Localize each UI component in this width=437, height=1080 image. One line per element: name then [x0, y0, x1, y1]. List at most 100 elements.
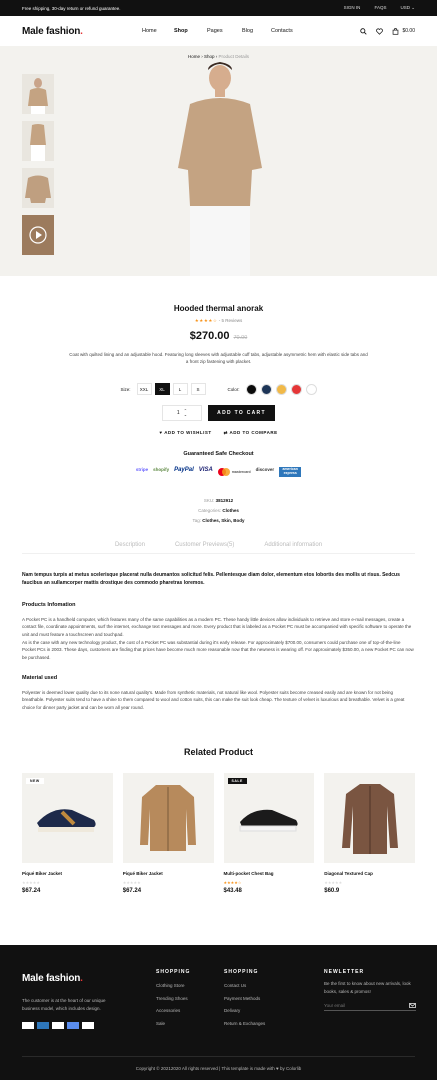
signin-link[interactable]: SIGN IN: [344, 5, 361, 11]
footer-link[interactable]: Return & Exchanges: [224, 1018, 265, 1031]
tab-description[interactable]: Description: [115, 542, 145, 548]
bag-icon: [393, 27, 399, 35]
description-lead: Nam tempus turpis at metus scelerisque p…: [22, 571, 400, 587]
product-name[interactable]: Piqué Biker Jacket: [22, 871, 113, 876]
tab-additional-information[interactable]: Additional information: [264, 542, 322, 548]
thumbnail-1[interactable]: [22, 74, 54, 114]
color-swatch-white[interactable]: [305, 383, 317, 395]
color-swatch-yellow[interactable]: [275, 383, 287, 395]
footer-heading: NEWLETTER: [324, 969, 365, 975]
size-label: Size:: [120, 386, 131, 392]
checkout-title: Guaranteed Safe Checkout: [183, 451, 254, 458]
search-icon[interactable]: [360, 27, 368, 35]
nav-blog[interactable]: Blog: [242, 28, 271, 34]
product-price: $270.00 70.00: [189, 330, 248, 342]
size-l[interactable]: L: [172, 383, 188, 396]
footer-link[interactable]: Delivary: [224, 1005, 265, 1018]
product-price: $43.48: [223, 887, 242, 894]
color-label: Color:: [227, 386, 240, 392]
amex-logo: american express: [279, 467, 302, 478]
product-card[interactable]: Piqué Biker Jacket ★★★★★ $67.24: [122, 772, 214, 894]
logo[interactable]: Male fashion.: [22, 26, 83, 37]
section-heading: Products Infomation: [22, 602, 76, 609]
size-xl[interactable]: XL: [154, 383, 170, 396]
currency-select[interactable]: USD ⌄: [400, 5, 415, 11]
stepper-arrows-icon[interactable]: ⌃ ⌄: [184, 409, 187, 417]
badge-sale: SALE: [227, 777, 247, 784]
mastercard-logo: mastercard: [217, 467, 251, 477]
product-image[interactable]: NEW: [22, 772, 113, 863]
product-image[interactable]: [122, 772, 214, 863]
heart-icon[interactable]: [376, 28, 384, 35]
payment-cards-icon: [22, 1022, 122, 1030]
product-card[interactable]: Diagonal Textured Cap ★★★★★ $60.9: [324, 772, 415, 894]
cart-button[interactable]: $0.00: [392, 27, 415, 35]
product-price: $67.24: [22, 887, 41, 894]
size-xxl[interactable]: XXL: [136, 383, 152, 396]
size-s[interactable]: S: [190, 383, 206, 396]
paragraph: A Pocket PC is a handheld computer, whic…: [22, 616, 412, 637]
copyright: Copyright © 20212020 All rights reserved…: [22, 1056, 415, 1080]
product-name[interactable]: Multi-pocket Chest Bag: [224, 871, 315, 876]
description-content: Nam tempus turpis at metus scelerisque p…: [0, 571, 437, 712]
product-stars: ★★★★★: [22, 879, 40, 885]
compare-icon: ⇄: [223, 430, 228, 436]
product-card[interactable]: SALE Multi-pocket Chest Bag ★★★★☆ $43.48: [223, 772, 315, 894]
top-bar: Free shipping, 30-day return or refund g…: [0, 0, 437, 16]
product-title: Hooded thermal anorak: [173, 304, 264, 313]
nav-home[interactable]: Home: [142, 28, 174, 34]
paragraph: Polyester is deemed lower quality due to…: [22, 689, 405, 711]
color-selector: Color:: [227, 383, 317, 395]
product-card[interactable]: NEW Piqué Biker Jacket ★★★★★ $67.24: [22, 772, 113, 894]
add-to-cart-button[interactable]: ADD TO CART: [208, 405, 275, 422]
discover-logo: discover: [255, 467, 275, 473]
footer-logo[interactable]: Male fashion.: [22, 970, 122, 988]
footer-link[interactable]: Accessories: [156, 1005, 190, 1018]
footer-link[interactable]: Sale: [156, 1018, 190, 1031]
reviews-count[interactable]: - 5 Reviews: [219, 318, 243, 323]
newsletter-text: Be the first to know about new arrivals,…: [324, 981, 411, 994]
envelope-icon[interactable]: [409, 1003, 416, 1009]
add-to-compare-link[interactable]: ⇄ ADD TO COMPARE: [224, 430, 278, 436]
tab-customer-previews[interactable]: Customer Previews(5): [175, 542, 234, 548]
header: Male fashion. Home Shop Pages Blog Conta…: [0, 16, 437, 46]
sku-value: 3812912: [215, 498, 234, 504]
product-image[interactable]: [324, 772, 415, 863]
product-stars: ★★★★★: [122, 879, 141, 885]
product-price: $67.24: [122, 887, 142, 894]
footer-link[interactable]: Trending Shoes: [156, 993, 190, 1006]
section-heading: Material used: [22, 675, 58, 682]
color-swatch-black[interactable]: [245, 383, 257, 395]
color-swatch-red[interactable]: [290, 383, 302, 395]
footer-link[interactable]: Contact Us: [224, 980, 265, 993]
shopify-logo: shopify: [153, 467, 170, 473]
newsletter-form: [324, 1003, 416, 1012]
tags-value[interactable]: Clothes, Skin, Body: [202, 518, 244, 523]
add-to-wishlist-link[interactable]: ♥ ADD TO WISHLIST: [159, 430, 211, 436]
color-swatch-navy[interactable]: [260, 383, 272, 395]
product-name[interactable]: Diagonal Textured Cap: [324, 871, 415, 876]
quantity-value[interactable]: 1: [177, 410, 180, 416]
cart-total: $0.00: [402, 28, 415, 34]
badge-new: NEW: [26, 777, 44, 784]
faqs-link[interactable]: FAQS: [374, 5, 386, 11]
footer-link[interactable]: Clothing Store: [156, 980, 190, 993]
rating-stars: ★★★★☆: [194, 318, 218, 323]
product-name[interactable]: Piqué Biker Jacket: [123, 871, 214, 876]
thumbnail-3[interactable]: [22, 168, 54, 208]
category-value[interactable]: Clothes: [222, 508, 239, 513]
nav-pages[interactable]: Pages: [207, 28, 242, 34]
product-tabs: Description Customer Previews(5) Additio…: [22, 542, 415, 554]
product-image[interactable]: SALE: [223, 772, 315, 863]
thumbnail-video[interactable]: [22, 215, 54, 255]
footer-heading: SHOPPING: [224, 969, 259, 975]
nav-shop[interactable]: Shop: [174, 28, 207, 34]
paragraph: As is the case with any new technology p…: [22, 639, 414, 660]
quantity-stepper[interactable]: 1 ⌃ ⌄: [162, 405, 202, 422]
thumbnail-2[interactable]: [22, 121, 54, 161]
related-title: Related Product: [183, 746, 253, 757]
nav-contacts[interactable]: Contacts: [271, 28, 293, 34]
footer-link[interactable]: Payment Methods: [224, 993, 265, 1006]
newsletter-email-input[interactable]: [324, 1003, 394, 1009]
footer-heading: SHOPPING: [156, 969, 191, 975]
